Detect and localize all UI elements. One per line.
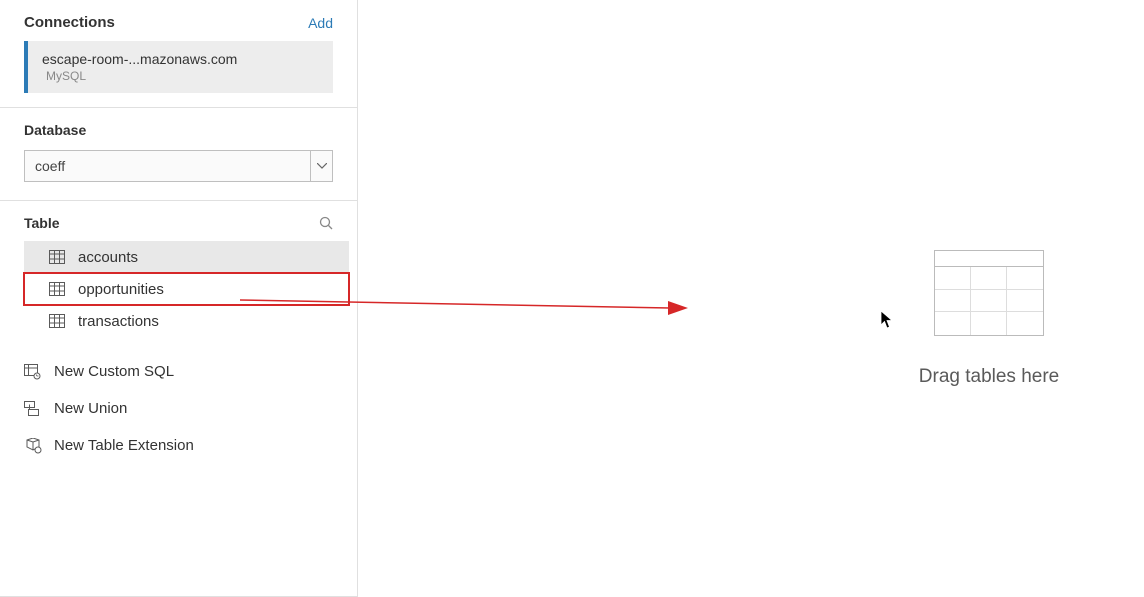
connection-type: MySQL <box>42 69 319 83</box>
connection-name: escape-room-...mazonaws.com <box>42 51 319 67</box>
new-custom-sql-button[interactable]: New Custom SQL <box>0 353 357 390</box>
table-icon <box>48 314 66 328</box>
table-icon <box>48 250 66 264</box>
table-extension-icon <box>24 438 42 454</box>
table-item-label: accounts <box>78 249 138 266</box>
action-label: New Table Extension <box>54 437 194 454</box>
sidebar: Connections Add escape-room-...mazonaws.… <box>0 0 358 597</box>
table-item-opportunities[interactable]: opportunities <box>24 273 349 305</box>
new-union-button[interactable]: New Union <box>0 390 357 427</box>
database-section: Database coeff <box>0 108 357 201</box>
table-placeholder-icon <box>934 250 1044 336</box>
connections-section: Connections Add escape-room-...mazonaws.… <box>0 0 357 108</box>
connections-title: Connections <box>24 14 115 31</box>
database-selected-value: coeff <box>35 158 65 174</box>
drop-zone: Drag tables here <box>874 250 1104 388</box>
table-item-transactions[interactable]: transactions <box>24 305 349 337</box>
table-item-accounts[interactable]: accounts <box>24 241 349 273</box>
action-label: New Custom SQL <box>54 363 174 380</box>
table-icon <box>48 282 66 296</box>
table-section: Table accounts opportunities <box>0 201 357 597</box>
add-connection-link[interactable]: Add <box>308 15 333 31</box>
action-label: New Union <box>54 400 127 417</box>
union-icon <box>24 401 42 417</box>
database-select[interactable]: coeff <box>24 150 333 182</box>
table-title: Table <box>24 215 60 231</box>
table-item-label: opportunities <box>78 281 164 298</box>
drop-zone-text: Drag tables here <box>919 366 1059 388</box>
chevron-down-icon <box>310 151 332 181</box>
table-list: accounts opportunities transactions <box>0 241 357 464</box>
canvas-drop-area[interactable]: Drag tables here <box>358 0 1144 597</box>
table-item-label: transactions <box>78 313 159 330</box>
custom-sql-icon <box>24 364 42 380</box>
database-title: Database <box>24 122 333 138</box>
new-table-extension-button[interactable]: New Table Extension <box>0 427 357 464</box>
search-icon[interactable] <box>319 216 333 230</box>
connection-item[interactable]: escape-room-...mazonaws.com MySQL <box>24 41 333 93</box>
